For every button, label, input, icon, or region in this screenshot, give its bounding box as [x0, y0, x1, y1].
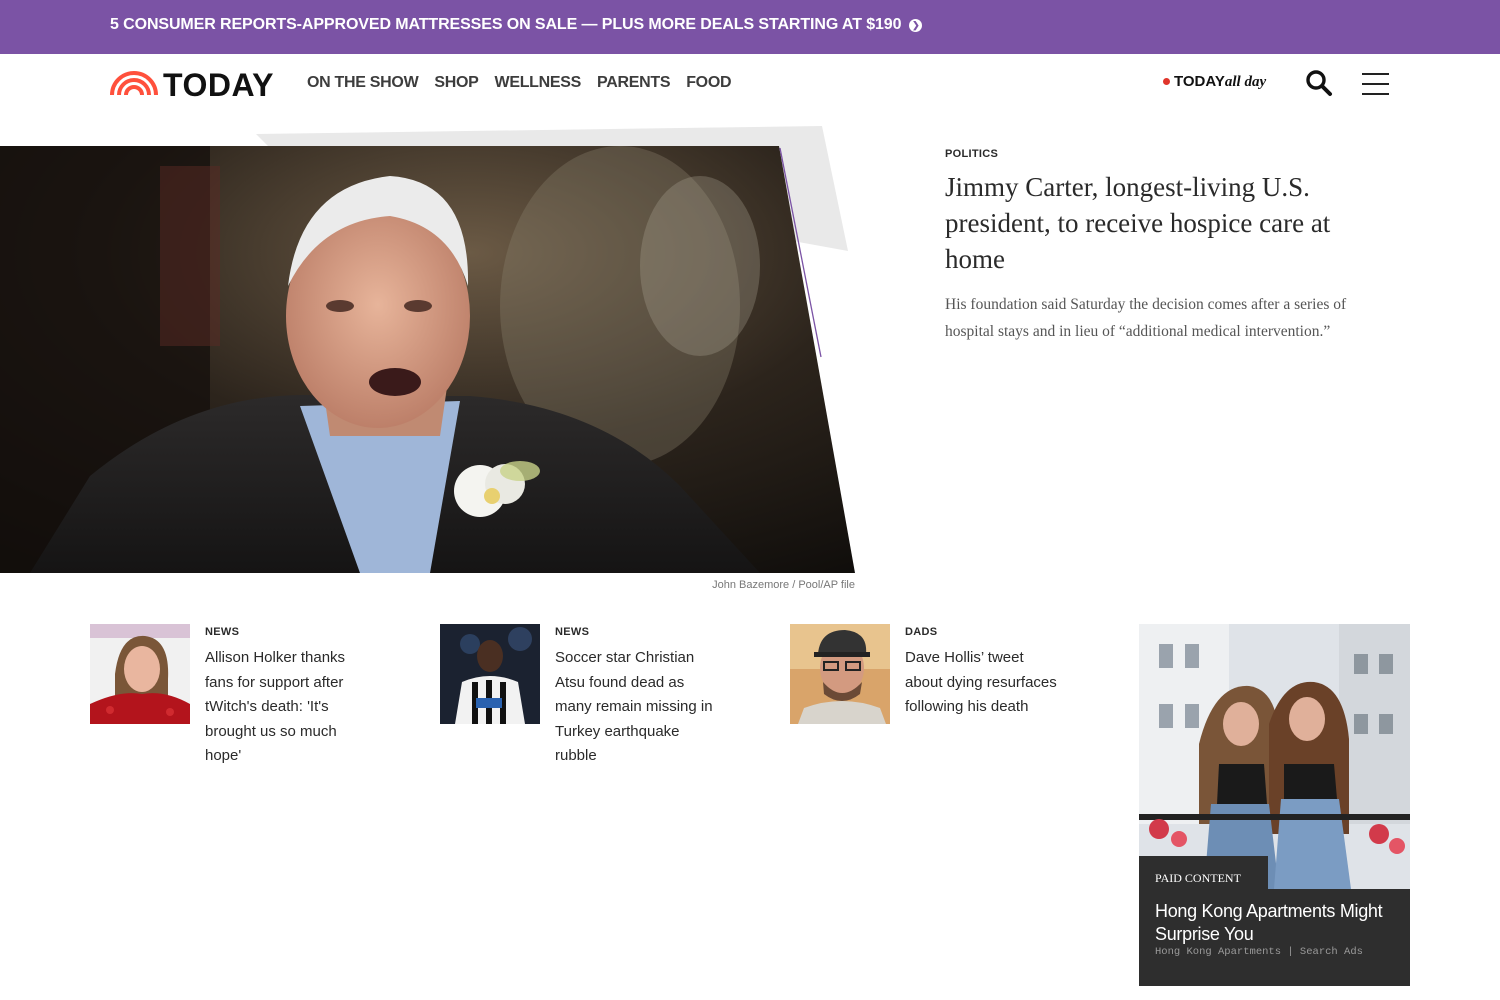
ad-source: Hong Kong Apartments | Search Ads: [1155, 946, 1363, 958]
story-headline[interactable]: Soccer star Christian Atsu found dead as…: [555, 646, 715, 769]
story-headline[interactable]: Allison Holker thanks fans for support a…: [205, 646, 365, 769]
story-photo: [440, 624, 540, 724]
story-photo: [790, 624, 890, 724]
chevron-right-icon: ❯: [909, 19, 923, 32]
story-text: NEWS Allison Holker thanks fans for supp…: [205, 626, 365, 769]
ad-headline[interactable]: Hong Kong Apartments Might Surprise You: [1155, 900, 1400, 946]
today-all-day-link[interactable]: TODAYall day: [1163, 73, 1266, 91]
sponsored-ad[interactable]: PAID CONTENT Hong Kong Apartments Might …: [1139, 624, 1410, 986]
search-button[interactable]: [1304, 68, 1334, 98]
story-eyebrow[interactable]: DADS: [905, 626, 1065, 638]
story-headline[interactable]: Dave Hollis’ tweet about dying resurface…: [905, 646, 1065, 720]
hero-accent-line: [779, 147, 822, 358]
allday-brand: TODAY: [1174, 73, 1225, 90]
story-text: NEWS Soccer star Christian Atsu found de…: [555, 626, 715, 769]
story-thumbnail[interactable]: [90, 624, 190, 724]
story-text: DADS Dave Hollis’ tweet about dying resu…: [905, 626, 1065, 720]
hero-headline[interactable]: Jimmy Carter, longest-living U.S. presid…: [945, 169, 1395, 277]
paid-content-badge: PAID CONTENT: [1139, 856, 1268, 889]
allday-sub: all day: [1224, 74, 1267, 90]
story-eyebrow[interactable]: NEWS: [205, 626, 365, 638]
live-dot-icon: [1163, 78, 1170, 85]
hero-dek: His foundation said Saturday the decisio…: [945, 296, 1347, 340]
story-thumbnail[interactable]: [440, 624, 540, 724]
story-thumbnail[interactable]: [790, 624, 890, 724]
photo-credit: John Bazemore / Pool/AP file: [712, 579, 855, 591]
story-eyebrow[interactable]: NEWS: [555, 626, 715, 638]
search-icon: [1306, 70, 1332, 96]
hamburger-menu-icon: [1362, 73, 1389, 75]
hero-eyebrow[interactable]: POLITICS: [945, 148, 1395, 160]
ad-photo: [1139, 624, 1410, 889]
story-photo: [90, 624, 190, 724]
hero-story: POLITICS Jimmy Carter, longest-living U.…: [945, 148, 1395, 345]
menu-button[interactable]: [1362, 72, 1390, 96]
